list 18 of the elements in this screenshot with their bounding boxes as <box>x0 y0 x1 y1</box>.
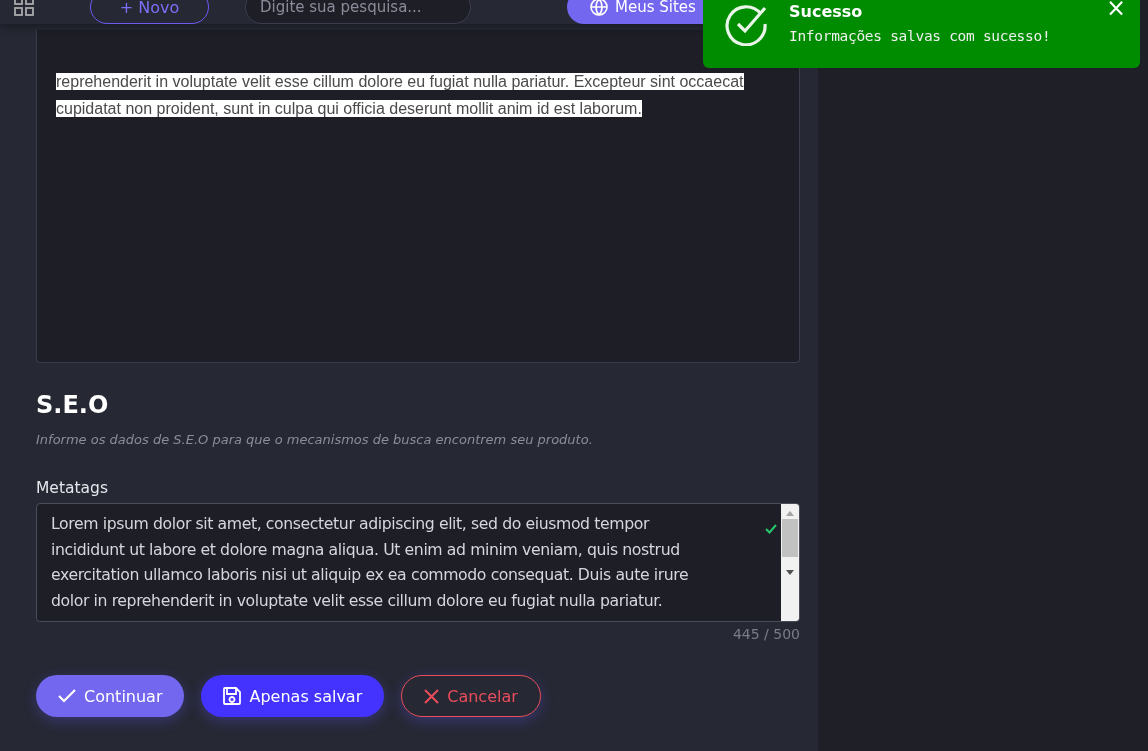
primary-button[interactable]: Continuar <box>36 675 185 717</box>
metatags-field[interactable]: Lorem ipsum dolor sit amet, consectetur adipiscing elit, sed do eiusmod tempor incididunt ut labore et dolore magna aliqua. Ut enim ad minim veniam, quis nostrud exercitation ullamco laboris nisi ut aliquip ex ea commodo consequat. Duis aute irure dolor in reprehenderit in voluptate velit esse cillum dolore eu fugiat nulla pariatur. <box>36 503 800 622</box>
toast-title: Sucesso <box>789 2 864 21</box>
editor-text: reprehenderit in voluptate velit esse cillum dolore eu fugiat nulla pariatur. Excepteur sint occaecat cupidatat non proident, sunt in culpa qui officia deserunt mollit anim id est laborum. <box>56 72 745 119</box>
close-button[interactable]: × <box>1105 0 1126 22</box>
field-label: Metatags <box>36 479 109 497</box>
grid-menu-icon[interactable] <box>14 0 34 16</box>
search-field[interactable]: Digite sua pesquisa... <box>245 0 471 24</box>
section-description: Informe os dados de S.E.O para que o mecanismos de busca encontrem seu produto. <box>36 432 594 447</box>
globe-icon <box>589 0 609 17</box>
check-circle-icon <box>725 2 769 46</box>
scrollbar[interactable] <box>781 504 799 621</box>
section-title: S.E.O <box>36 391 110 421</box>
check-icon <box>58 689 76 703</box>
scroll-down-arrow-icon[interactable] <box>786 570 794 576</box>
save-button[interactable]: Apenas salvar <box>201 675 385 717</box>
character-counter: 445 / 500 <box>731 626 800 642</box>
close-icon <box>424 688 440 704</box>
